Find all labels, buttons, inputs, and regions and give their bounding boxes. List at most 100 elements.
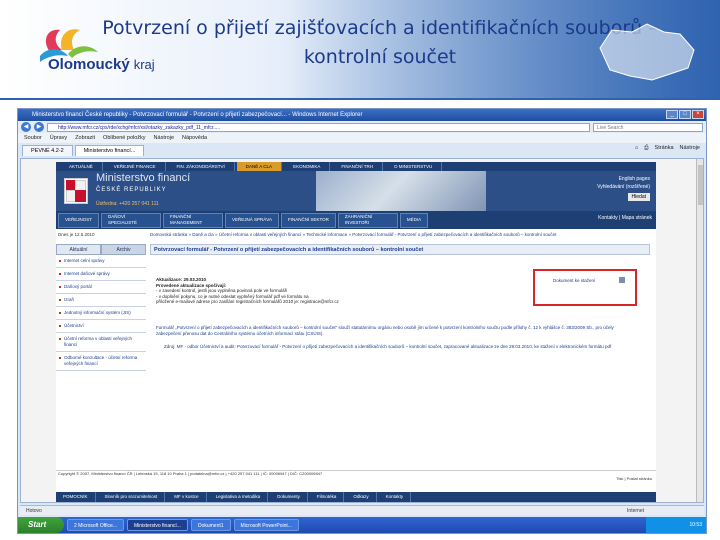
- command-bar: ⌂ ⎙ Stránka Nástroje: [635, 145, 700, 152]
- topnav-item[interactable]: AKTUÁLNĚ: [60, 162, 103, 171]
- security-zone: Internet: [627, 508, 644, 514]
- home-icon[interactable]: ⌂: [635, 145, 638, 152]
- tab-pevne[interactable]: PEVNÉ 4.2-2: [22, 145, 73, 156]
- status-bar: Hotovo Internet: [20, 505, 704, 515]
- secnav-item[interactable]: MÉDIA: [399, 212, 429, 228]
- secnav-item[interactable]: FINANČNÍ SEKTOR: [280, 212, 336, 228]
- site-search-button[interactable]: Hledat: [627, 193, 650, 201]
- start-button[interactable]: Start: [18, 517, 64, 533]
- state-crest-icon: [64, 178, 88, 204]
- topnav-item[interactable]: FIN. ZÁKONODÁRSTVÍ: [168, 162, 235, 171]
- download-link[interactable]: Dokument ke stažení: [553, 278, 595, 284]
- tab-aktualni[interactable]: Aktuální: [56, 244, 101, 255]
- forward-arrow-icon[interactable]: ▶: [34, 122, 44, 132]
- vertical-scrollbar[interactable]: [696, 159, 703, 502]
- menu-view[interactable]: Zobrazit: [75, 133, 95, 143]
- secnav-item[interactable]: VEŘEJNOST: [58, 212, 100, 228]
- bottomnav-item[interactable]: Kontakty: [379, 492, 412, 502]
- topnav-item[interactable]: O MINISTERSTVU: [385, 162, 443, 171]
- page-menu[interactable]: Stránka: [655, 145, 674, 152]
- scroll-thumb[interactable]: [698, 165, 703, 205]
- window-title: Ministerstvo financí České republiky - P…: [32, 112, 363, 118]
- topnav-item-active[interactable]: DANĚ A CLA: [236, 162, 283, 171]
- window-title-bar: Ministerstvo financí České republiky - P…: [18, 109, 706, 121]
- minimize-icon[interactable]: _: [666, 110, 678, 119]
- menu-favorites[interactable]: Oblíbené položky: [103, 133, 146, 143]
- sidebar-item[interactable]: Účetnictví: [56, 320, 146, 333]
- czech-map-icon: [599, 23, 695, 81]
- banner-search: English pages Vyhledávání (rozšířené) Hl…: [597, 175, 650, 201]
- menu-help[interactable]: Nápověda: [182, 133, 207, 143]
- update-text: Provedené aktualizace spočívají:: [156, 282, 227, 288]
- taskbar-item[interactable]: Microsoft PowerPoint...: [233, 519, 299, 531]
- sidebar-item[interactable]: Internet daňové správy: [56, 268, 146, 281]
- sidebar-item[interactable]: Jednotný informační systém (JIS): [56, 307, 146, 320]
- menu-file[interactable]: Soubor: [24, 133, 42, 143]
- address-bar: ◀ ▶ http://www.mfcr.cz/cps/rde/xchg/mfcr…: [18, 121, 706, 133]
- main-content: Potvrzovací formulář - Potvrzení o přije…: [150, 244, 650, 349]
- download-icon[interactable]: [619, 277, 625, 283]
- site-sidebar: Aktuální Archiv Internet celní správy In…: [56, 244, 146, 371]
- update-label: Aktualizace: 29.03.2010: [156, 277, 207, 282]
- topnav-item[interactable]: FINANČNÍ TRH: [332, 162, 383, 171]
- article-paragraph: Formulář „Potvrzení o přijetí zabezpečov…: [156, 325, 614, 336]
- maximize-icon[interactable]: □: [679, 110, 691, 119]
- windows-taskbar: Start 2 Microsoft Office... Ministerstvo…: [18, 517, 706, 533]
- site-bottom-nav: POMOCNÍK Slovník pro srozumitelnost MF v…: [56, 492, 656, 502]
- system-tray-clock[interactable]: 10:53: [646, 517, 706, 533]
- secnav-item[interactable]: DAŇOVÍ SPECIALISTÉ: [101, 212, 162, 228]
- slide-header: Olomoucký kraj Potvrzení o přijetí zajišť…: [0, 0, 720, 100]
- download-highlight: Dokument ke stažení: [533, 269, 637, 306]
- sidebar-item[interactable]: Účetní reforma v oblasti veřejných finan…: [56, 333, 146, 352]
- tools-menu[interactable]: Nástroje: [680, 145, 700, 152]
- taskbar-item-active[interactable]: Ministerstvo financí...: [126, 519, 188, 531]
- browser-window: Ministerstvo financí České republiky - P…: [17, 108, 707, 534]
- topnav-item[interactable]: EKONOMIKA: [284, 162, 331, 171]
- sidebar-item[interactable]: Internet celní správy: [56, 255, 146, 268]
- print-link[interactable]: Tisk | Poslat stránku: [58, 476, 656, 481]
- sidebar-item[interactable]: Daňový portál: [56, 281, 146, 294]
- secnav-item[interactable]: FINANČNÍ MANAGEMENT: [163, 212, 224, 228]
- site-topnav: AKTUÁLNĚ VEŘEJNÉ FINANCE FIN. ZÁKONODÁRS…: [56, 162, 656, 171]
- bottomnav-item[interactable]: Filmotéka: [310, 492, 345, 502]
- english-link[interactable]: English pages: [597, 175, 650, 183]
- sidebar-item[interactable]: Izraři: [56, 294, 146, 307]
- search-label: Vyhledávání (rozšířené): [597, 184, 650, 190]
- window-controls: _ □ ×: [666, 110, 704, 119]
- banner-photo: [316, 171, 486, 211]
- bottomnav-item[interactable]: POMOCNÍK: [56, 492, 96, 502]
- bottomnav-item[interactable]: Dokumenty: [270, 492, 308, 502]
- menu-bar: Soubor Úpravy Zobrazit Oblíbené položky …: [18, 133, 706, 143]
- bottomnav-item[interactable]: Legislativa a metodika: [209, 492, 269, 502]
- ministry-name: Ministerstvo financí ČESKÉ REPUBLIKY Úst…: [96, 171, 191, 207]
- mfcr-site: AKTUÁLNĚ VEŘEJNÉ FINANCE FIN. ZÁKONODÁRS…: [56, 162, 656, 502]
- back-arrow-icon[interactable]: ◀: [21, 122, 31, 132]
- taskbar-item[interactable]: 2 Microsoft Office...: [67, 519, 124, 531]
- breadcrumb[interactable]: Domovská stránka » Daně a cla » Účetní r…: [150, 232, 650, 238]
- close-icon[interactable]: ×: [692, 110, 704, 119]
- menu-edit[interactable]: Úpravy: [50, 133, 67, 143]
- tab-archiv[interactable]: Archiv: [101, 244, 146, 255]
- tab-ministerstvo[interactable]: Ministerstvo financí...: [74, 145, 145, 156]
- secnav-item[interactable]: ZAHRANIČNÍ INVESTOŘI: [337, 212, 398, 228]
- taskbar-item[interactable]: Dokument1: [190, 519, 231, 531]
- secnav-item[interactable]: VEŘEJNÁ SPRÁVA: [225, 212, 279, 228]
- site-footer: Copyright © 2007, Ministerstvo financí Č…: [56, 470, 656, 492]
- address-input[interactable]: http://www.mfcr.cz/cps/rde/xchg/mfcr/xsl…: [47, 122, 590, 132]
- bottomnav-item[interactable]: MF v kostce: [167, 492, 207, 502]
- page-viewport: AKTUÁLNĚ VEŘEJNÉ FINANCE FIN. ZÁKONODÁRS…: [20, 158, 704, 503]
- topnav-item[interactable]: VEŘEJNÉ FINANCE: [105, 162, 166, 171]
- search-input[interactable]: Live Search: [593, 122, 703, 132]
- tab-bar: PEVNÉ 4.2-2 Ministerstvo financí... ⌂ ⎙ …: [18, 143, 706, 156]
- bottomnav-item[interactable]: Odkazy: [346, 492, 377, 502]
- source-paragraph[interactable]: Zdroj: MF - odbor Účetnictví a audit: Po…: [164, 344, 634, 350]
- page-title: Potvrzovací formulář - Potvrzení o přije…: [150, 244, 650, 255]
- site-banner: Ministerstvo financí ČESKÉ REPUBLIKY Úst…: [56, 171, 656, 211]
- bottomnav-item[interactable]: Slovník pro srozumitelnost: [98, 492, 166, 502]
- menu-tools[interactable]: Nástroje: [154, 133, 174, 143]
- contacts-link[interactable]: Kontakty | Mapa stránek: [598, 215, 652, 221]
- update-notice: Aktualizace: 29.03.2010 Provedené aktual…: [156, 277, 426, 305]
- print-icon[interactable]: ⎙: [644, 145, 648, 152]
- sidebar-tabs: Aktuální Archiv: [56, 244, 146, 255]
- sidebar-item[interactable]: Odborné konzultace - účetní reforma veře…: [56, 352, 146, 371]
